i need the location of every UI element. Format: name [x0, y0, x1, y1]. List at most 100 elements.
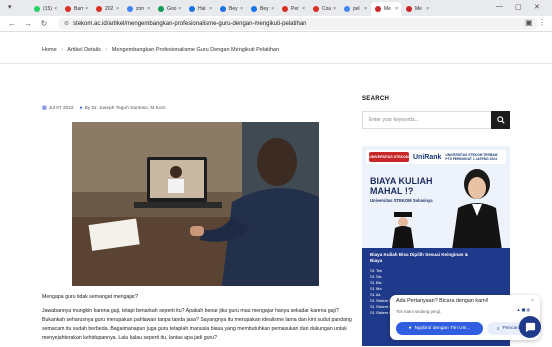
tab-label: Hal — [198, 6, 206, 12]
chat-icon — [525, 322, 535, 332]
browser-tab[interactable]: Me × — [402, 2, 432, 16]
tab-close-icon[interactable]: × — [209, 6, 212, 12]
tab-bar: (15) × Barr × 202 × zon × Goo × Hal × Bey × Bey × Per × Co… — [0, 0, 552, 16]
reload-icon[interactable]: ↻ — [40, 19, 48, 28]
banner-university: Universitas STEKOM Solusinya — [370, 198, 433, 203]
breadcrumb: Home › Artikel Details › Mengembangkan P… — [42, 47, 279, 53]
unirank-logo: UniRank — [413, 153, 442, 161]
chat-launcher-button[interactable] — [519, 316, 541, 338]
search-input[interactable]: Enter your keywords... — [362, 111, 492, 129]
chat-title: Ada Pertanyaan? Bicara dengan kami! — [396, 298, 489, 304]
browser-tab[interactable]: Bey × — [216, 2, 246, 16]
favicon-icon — [158, 6, 164, 12]
browser-tab[interactable]: Per × — [278, 2, 308, 16]
favicon-icon — [127, 6, 133, 12]
tab-close-icon[interactable]: × — [240, 6, 243, 12]
chevron-right-icon: › — [61, 47, 64, 53]
search-placeholder: Enter your keywords... — [369, 117, 419, 123]
favicon-icon — [375, 6, 381, 12]
browser-tab[interactable]: Me × — [371, 2, 401, 16]
tab-close-icon[interactable]: × — [85, 6, 88, 12]
graduate-image — [392, 212, 414, 248]
banner-header: UNIVERSITAS STEKOM UniRank UNIVERSITAS S… — [366, 150, 506, 164]
favicon-icon — [282, 6, 288, 12]
tab-label: Cou — [322, 6, 332, 12]
favicon-icon — [251, 6, 257, 12]
tab-search-icon[interactable]: ▾ — [8, 3, 12, 11]
banner-headline: BIAYA KULIAH MAHAL !? — [370, 176, 433, 196]
chat-with-team-button[interactable]: ● Ngobrol dengan Tim Uni... — [396, 322, 483, 335]
browser-tab[interactable]: Barr × — [61, 2, 91, 16]
menu-icon[interactable]: ⋮ — [538, 18, 546, 27]
close-window-icon[interactable]: ✕ — [534, 3, 540, 11]
favicon-icon — [34, 6, 40, 12]
page-content: Home › Artikel Details › Mengembangkan P… — [0, 33, 552, 346]
article-meta: ▦ Jul 07 2022 ● By Dr. Joseph Teguh Sant… — [42, 105, 166, 111]
tab-label: (15) — [43, 6, 52, 12]
back-icon[interactable]: ← — [8, 19, 16, 28]
tab-close-icon[interactable]: × — [426, 6, 429, 12]
url-text: stekom.ac.id/artikel/mengembangkan-profe… — [73, 20, 307, 27]
tab-label: zon — [136, 6, 145, 12]
divider — [0, 63, 552, 64]
chat-popup: Ada Pertanyaan? Bicara dengan kami! × Ti… — [390, 295, 540, 340]
tab-close-icon[interactable]: × — [147, 6, 150, 12]
browser-tab[interactable]: Hal × — [185, 2, 215, 16]
favicon-icon — [65, 6, 71, 12]
breadcrumb-section[interactable]: Artikel Details — [67, 47, 101, 53]
tab-label: 202 — [105, 6, 114, 12]
chat-logos: ▲ ▣ ◎ — [516, 307, 530, 312]
breadcrumb-home[interactable]: Home — [42, 47, 57, 53]
tab-close-icon[interactable]: × — [333, 6, 336, 12]
tab-close-icon[interactable]: × — [178, 6, 181, 12]
browser-tab[interactable]: pel × — [340, 2, 370, 16]
site-info-icon[interactable]: ⊜ — [64, 20, 69, 27]
extensions-icon[interactable]: ▣ — [525, 18, 533, 27]
forward-icon[interactable]: → — [24, 19, 32, 28]
browser-tab[interactable]: (15) × — [30, 2, 60, 16]
tab-label: Me — [384, 6, 391, 12]
tab-close-icon[interactable]: × — [116, 6, 119, 12]
chat-subtitle: Tim kami sedang pergi. — [396, 309, 442, 314]
article-paragraph: Jawabannya mungkin karena gaji, tetapi b… — [42, 308, 352, 341]
student-image — [452, 169, 502, 250]
chat-bubble-icon: ● — [408, 326, 412, 331]
search-title: SEARCH — [362, 96, 390, 102]
article-author: By Dr. Joseph Teguh Santoso, M.Kom — [84, 105, 166, 111]
breadcrumb-current: Mengembangkan Profesionalisme Guru Denga… — [111, 47, 280, 53]
banner-header-text: UNIVERSITAS STEKOM TERBAIK PTS PERINGKAT… — [445, 153, 498, 161]
browser-tab[interactable]: Goo × — [154, 2, 184, 16]
tab-close-icon[interactable]: × — [395, 6, 398, 12]
favicon-icon — [313, 6, 319, 12]
close-icon[interactable]: × — [531, 298, 534, 304]
tab-label: Goo — [167, 6, 177, 12]
browser-tab[interactable]: Bey × — [247, 2, 277, 16]
tab-close-icon[interactable]: × — [54, 6, 57, 12]
tab-label: Bey — [260, 6, 269, 12]
minimize-icon[interactable]: — — [496, 3, 503, 10]
article-paragraph: Mengapa guru tidak semangat mengajar? — [42, 294, 139, 300]
search-button[interactable] — [491, 111, 510, 129]
tab-close-icon[interactable]: × — [271, 6, 274, 12]
maximize-icon[interactable]: ▢ — [515, 3, 522, 11]
tab-label: Barr — [74, 6, 84, 12]
favicon-icon — [344, 6, 350, 12]
tab-close-icon[interactable]: × — [364, 6, 367, 12]
favicon-icon — [406, 6, 412, 12]
article-date: Jul 07 2022 — [48, 105, 74, 111]
tab-label: Me — [415, 6, 422, 12]
stekom-logo: UNIVERSITAS STEKOM — [369, 152, 409, 162]
search-icon: ⌕ — [496, 326, 500, 332]
chevron-right-icon: › — [105, 47, 108, 53]
tab-label: Per — [291, 6, 299, 12]
calendar-icon: ▦ — [42, 105, 47, 111]
tab-close-icon[interactable]: × — [302, 6, 305, 12]
browser-tab[interactable]: Cou × — [309, 2, 339, 16]
address-bar: ← → ↻ ⊜ stekom.ac.id/artikel/mengembangk… — [0, 16, 552, 32]
url-field[interactable]: ⊜ stekom.ac.id/artikel/mengembangkan-pro… — [58, 17, 538, 30]
user-icon: ● — [79, 105, 83, 111]
tab-label: pel — [353, 6, 360, 12]
tab-label: Bey — [229, 6, 238, 12]
browser-tab[interactable]: zon × — [123, 2, 153, 16]
browser-tab[interactable]: 202 × — [92, 2, 122, 16]
